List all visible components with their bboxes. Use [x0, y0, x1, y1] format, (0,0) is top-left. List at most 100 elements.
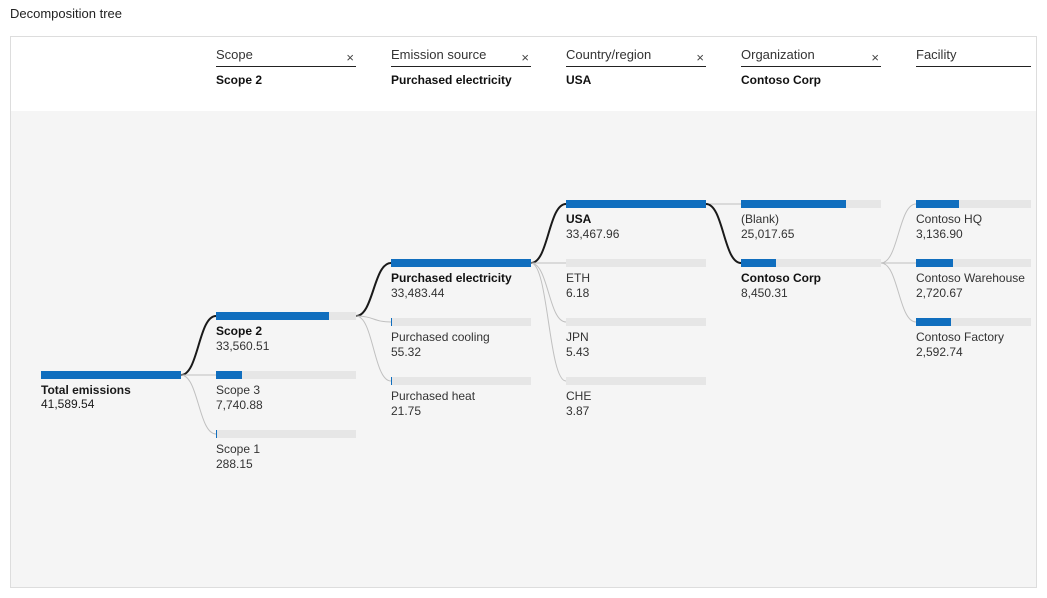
node-track [916, 259, 1031, 267]
node-name: Contoso HQ [916, 212, 982, 226]
node-value: 33,560.51 [216, 339, 356, 354]
node-label: Purchased electricity 33,483.44 [391, 271, 531, 301]
node-name: JPN [566, 330, 589, 344]
node-label: Purchased heat 21.75 [391, 389, 531, 419]
node-name: CHE [566, 389, 591, 403]
node-value: 55.32 [391, 345, 531, 360]
node-value: 288.15 [216, 457, 356, 472]
node-name: Contoso Factory [916, 330, 1004, 344]
node-label: Contoso Corp 8,450.31 [741, 271, 881, 301]
node-track [566, 259, 706, 267]
tree-node[interactable]: Scope 1 288.15 [216, 430, 356, 472]
tree-node[interactable]: CHE 3.87 [566, 377, 706, 419]
col-underline: × [391, 66, 531, 67]
node-value: 21.75 [391, 404, 531, 419]
tree-node[interactable]: (Blank) 25,017.65 [741, 200, 881, 242]
node-bar [41, 371, 181, 379]
node-bar [566, 200, 706, 208]
node-value: 33,483.44 [391, 286, 531, 301]
node-track [566, 318, 706, 326]
node-name: (Blank) [741, 212, 779, 226]
node-track [391, 259, 531, 267]
node-bar [216, 430, 217, 438]
node-label: ETH 6.18 [566, 271, 706, 301]
col-head-scope[interactable]: Scope × Scope 2 [216, 47, 356, 87]
node-bar [216, 312, 329, 320]
node-name: Purchased cooling [391, 330, 490, 344]
node-label: USA 33,467.96 [566, 212, 706, 242]
tree-node[interactable]: Scope 2 33,560.51 [216, 312, 356, 354]
col-head-facility[interactable]: Facility [916, 47, 1031, 73]
node-name: Contoso Corp [741, 271, 821, 285]
tree-node[interactable]: Contoso HQ 3,136.90 [916, 200, 1031, 242]
node-value: 2,720.67 [916, 286, 1031, 301]
close-icon[interactable]: × [869, 50, 881, 65]
node-value: 25,017.65 [741, 227, 881, 242]
col-head-org[interactable]: Organization × Contoso Corp [741, 47, 881, 87]
node-track [916, 200, 1031, 208]
node-name: Purchased heat [391, 389, 475, 403]
col-label: Country/region [566, 47, 706, 66]
col-underline: × [741, 66, 881, 67]
close-icon[interactable]: × [519, 50, 531, 65]
node-label: CHE 3.87 [566, 389, 706, 419]
node-label: Purchased cooling 55.32 [391, 330, 531, 360]
col-label: Scope [216, 47, 356, 66]
node-value: 3,136.90 [916, 227, 1031, 242]
node-label: Scope 1 288.15 [216, 442, 356, 472]
node-name: Contoso Warehouse [916, 271, 1025, 285]
node-track [566, 200, 706, 208]
node-track [566, 377, 706, 385]
col-selected: Contoso Corp [741, 73, 881, 87]
node-name: Scope 2 [216, 324, 262, 338]
tree-node[interactable]: Contoso Corp 8,450.31 [741, 259, 881, 301]
tree-node[interactable]: Contoso Warehouse 2,720.67 [916, 259, 1031, 301]
node-value: 6.18 [566, 286, 706, 301]
visual-frame: Scope × Scope 2 Emission source × Purcha… [10, 36, 1037, 588]
tree-node[interactable]: Scope 3 7,740.88 [216, 371, 356, 413]
node-label: Contoso HQ 3,136.90 [916, 212, 1031, 242]
node-track [216, 430, 356, 438]
node-track [391, 318, 531, 326]
col-selected: USA [566, 73, 706, 87]
node-track [391, 377, 531, 385]
tree-node[interactable]: ETH 6.18 [566, 259, 706, 301]
node-label: Contoso Factory 2,592.74 [916, 330, 1031, 360]
node-label: Contoso Warehouse 2,720.67 [916, 271, 1031, 301]
col-head-country[interactable]: Country/region × USA [566, 47, 706, 87]
tree-node[interactable]: USA 33,467.96 [566, 200, 706, 242]
node-name: ETH [566, 271, 590, 285]
node-track [741, 259, 881, 267]
tree-node[interactable]: Purchased cooling 55.32 [391, 318, 531, 360]
node-bar [916, 200, 959, 208]
tree-node[interactable]: JPN 5.43 [566, 318, 706, 360]
col-label: Emission source [391, 47, 531, 66]
node-value: 33,467.96 [566, 227, 706, 242]
node-label: (Blank) 25,017.65 [741, 212, 881, 242]
tree-canvas: Total emissions 41,589.54 Scope 2 33,560… [11, 111, 1036, 587]
col-label: Facility [916, 47, 1031, 66]
node-name: Purchased electricity [391, 271, 512, 285]
close-icon[interactable]: × [694, 50, 706, 65]
node-value: 3.87 [566, 404, 706, 419]
node-value: 2,592.74 [916, 345, 1031, 360]
column-headers: Scope × Scope 2 Emission source × Purcha… [11, 37, 1036, 111]
node-track [216, 371, 356, 379]
col-underline: × [216, 66, 356, 67]
col-label: Organization [741, 47, 881, 66]
node-bar [916, 318, 951, 326]
node-bar [741, 200, 846, 208]
close-icon[interactable]: × [344, 50, 356, 65]
node-label: JPN 5.43 [566, 330, 706, 360]
node-label: Total emissions 41,589.54 [41, 383, 181, 411]
col-head-source[interactable]: Emission source × Purchased electricity [391, 47, 531, 87]
node-label: Scope 2 33,560.51 [216, 324, 356, 354]
col-underline [916, 66, 1031, 67]
tree-node[interactable]: Contoso Factory 2,592.74 [916, 318, 1031, 360]
node-bar [916, 259, 953, 267]
node-track [741, 200, 881, 208]
node-name: Scope 3 [216, 383, 260, 397]
tree-node[interactable]: Purchased electricity 33,483.44 [391, 259, 531, 301]
root-node[interactable]: Total emissions 41,589.54 [41, 371, 181, 411]
tree-node[interactable]: Purchased heat 21.75 [391, 377, 531, 419]
